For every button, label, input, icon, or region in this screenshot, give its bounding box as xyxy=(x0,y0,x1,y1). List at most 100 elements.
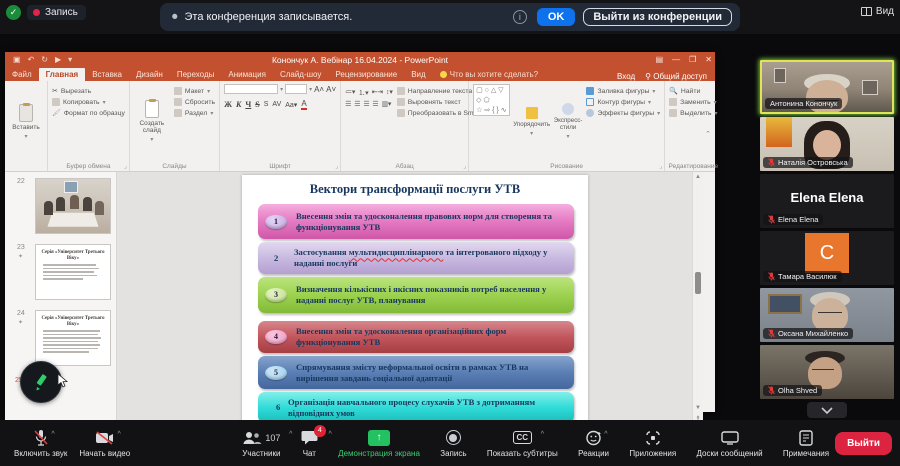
leave-conference-button[interactable]: Выйти из конференции xyxy=(583,8,732,26)
participant-tile-1[interactable]: Антонина Конончук xyxy=(760,60,894,114)
shrink-font-button[interactable]: A˅ xyxy=(326,85,336,94)
leave-button[interactable]: Выйти xyxy=(835,432,892,455)
slide-item-3[interactable]: 3 Визначення кількісних і якісних показн… xyxy=(258,277,574,313)
format-painter-button[interactable]: 🖌Формат по образцу xyxy=(52,109,125,117)
line-spacing-button[interactable]: ↕▾ xyxy=(386,88,393,96)
participants-caret[interactable]: ^ xyxy=(289,431,292,438)
font-name-combobox[interactable] xyxy=(224,84,278,94)
reactions-caret[interactable]: ^ xyxy=(604,431,607,438)
font-size-combobox[interactable] xyxy=(285,84,307,94)
slide-item-6[interactable]: 6 Організація навчального процесу слухач… xyxy=(258,392,574,423)
underline-button[interactable]: Ч xyxy=(245,100,251,109)
numbering-button[interactable]: ⒈▾ xyxy=(358,87,368,97)
ppt-titlebar[interactable]: ▣ ↶ ↻ ▶ ▾ Конончук А. Вебінар 16.04.2024… xyxy=(5,52,715,67)
arrange-button[interactable]: Упорядочить▾ xyxy=(514,84,550,159)
current-slide[interactable]: Вектори трансформації послуги УТВ 1 Внес… xyxy=(242,175,588,432)
columns-button[interactable]: ▥▾ xyxy=(382,100,392,108)
replace-button[interactable]: Заменить▾ xyxy=(669,98,717,106)
tab-slideshow[interactable]: Слайд-шоу xyxy=(273,68,328,81)
new-slide-button[interactable]: Создать слайд▾ xyxy=(134,84,170,159)
ok-button[interactable]: OK xyxy=(537,8,576,26)
layout-button[interactable]: Макет▾ xyxy=(174,87,215,95)
tab-review[interactable]: Рецензирование xyxy=(328,68,404,81)
view-button[interactable]: Вид xyxy=(861,6,894,17)
strikethrough-button[interactable]: S xyxy=(255,100,259,109)
shape-fill-button[interactable]: Заливка фигуры▾ xyxy=(586,87,660,95)
reset-button[interactable]: Сбросить xyxy=(174,98,215,106)
bold-button[interactable]: Ж xyxy=(224,100,232,109)
participant-tile-4[interactable]: C Тамара Василюк xyxy=(760,231,894,285)
cut-button[interactable]: ✂Вырезать xyxy=(52,87,125,95)
unmute-button[interactable]: ^ Включить звук xyxy=(8,429,73,458)
drawing-dialog-launcher[interactable]: ⌟ xyxy=(659,163,662,170)
bullets-button[interactable]: ≔▾ xyxy=(345,88,355,96)
captions-caret[interactable]: ^ xyxy=(541,431,544,438)
italic-button[interactable]: К xyxy=(236,100,241,109)
shape-outline-button[interactable]: Контур фигуры▾ xyxy=(586,98,660,106)
restore-button[interactable]: ❐ xyxy=(689,55,696,64)
scrollbar-thumb[interactable] xyxy=(695,272,701,294)
record-button[interactable]: Запись xyxy=(434,429,472,458)
participant-tile-6[interactable]: Olha Shved xyxy=(760,345,894,399)
text-shadow-button[interactable]: S xyxy=(264,101,269,108)
whiteboards-button[interactable]: Доски сообщений xyxy=(691,429,769,458)
chat-button[interactable]: 4 ^ Чат xyxy=(295,429,324,458)
participant-tile-5[interactable]: Оксана Михайленко xyxy=(760,288,894,342)
security-shield-icon[interactable]: ✓ xyxy=(6,5,21,20)
indent-buttons[interactable]: ⇤⇥ xyxy=(372,88,383,96)
align-center-button[interactable]: ☰ xyxy=(354,100,360,108)
tab-insert[interactable]: Вставка xyxy=(85,68,129,81)
shapes-gallery[interactable]: ▢ ○ △ ▽ ◇ ⬠ ☆ ⇨ { } ∿ ⌒ xyxy=(473,84,510,116)
select-button[interactable]: Выделить▾ xyxy=(669,109,717,117)
shape-effects-button[interactable]: Эффекты фигуры▾ xyxy=(586,109,660,117)
clipboard-dialog-launcher[interactable]: ⌟ xyxy=(124,163,127,170)
tab-file[interactable]: Файл xyxy=(5,68,39,81)
tab-view[interactable]: Вид xyxy=(404,68,432,81)
slide-item-5[interactable]: 5 Спрямування змісту неформальної освіти… xyxy=(258,356,574,389)
paste-button[interactable]: Вставить▾ xyxy=(9,84,43,159)
tab-design[interactable]: Дизайн xyxy=(129,68,170,81)
grow-font-button[interactable]: A˄ xyxy=(314,85,324,94)
participant-tile-3[interactable]: Elena Elena Elena Elena xyxy=(760,174,894,228)
collapse-participants-button[interactable] xyxy=(807,402,847,418)
share-document-button[interactable]: ⚲ Общий доступ xyxy=(645,72,707,81)
section-button[interactable]: Раздел▾ xyxy=(174,109,215,117)
align-right-button[interactable]: ☰ xyxy=(363,100,369,108)
slide-editing-area[interactable]: Вектори трансформації послуги УТВ 1 Внес… xyxy=(117,172,703,435)
info-icon[interactable]: i xyxy=(513,10,527,24)
annotation-pencil-button[interactable] xyxy=(20,361,62,403)
scroll-up-icon[interactable]: ▲ xyxy=(693,174,703,180)
thumbnail-slide-22[interactable] xyxy=(35,178,111,234)
scroll-down-icon[interactable]: ▼ xyxy=(693,405,703,411)
minimize-button[interactable]: — xyxy=(672,55,680,64)
font-dialog-launcher[interactable]: ⌟ xyxy=(335,163,338,170)
align-left-button[interactable]: ☰ xyxy=(345,100,351,108)
close-button[interactable]: ✕ xyxy=(705,55,712,64)
tab-transitions[interactable]: Переходы xyxy=(170,68,222,81)
participant-tile-2[interactable]: Наталія Островська xyxy=(760,117,894,171)
captions-button[interactable]: CC ^ Показать субтитры xyxy=(481,429,564,458)
reactions-button[interactable]: ^ Реакции xyxy=(572,429,615,458)
thumbnail-slide-23[interactable]: Серія «Університет Третього Віку» xyxy=(35,244,111,300)
tab-animations[interactable]: Анимация xyxy=(221,68,273,81)
slide-item-2[interactable]: 2 Застосування мультидисциплінарного та … xyxy=(258,242,574,274)
thumbnail-slide-24[interactable]: Серія «Університет Третього Віку» xyxy=(35,310,111,366)
start-video-button[interactable]: ^ Начать видео xyxy=(73,429,136,458)
justify-button[interactable]: ☰ xyxy=(372,100,378,108)
paragraph-dialog-launcher[interactable]: ⌟ xyxy=(463,163,466,170)
change-case-button[interactable]: Aa▾ xyxy=(285,101,297,109)
apps-button[interactable]: Приложения xyxy=(623,429,682,458)
participants-button[interactable]: 107 ^ Участники xyxy=(236,429,286,458)
slide-vertical-scrollbar[interactable]: ▲ ▼ ⇞ ⇟ xyxy=(692,172,703,435)
sign-in-button[interactable]: Вход xyxy=(617,72,635,81)
character-spacing-button[interactable]: AV xyxy=(272,101,281,108)
audio-options-caret[interactable]: ^ xyxy=(51,431,54,438)
collapse-ribbon-icon[interactable]: ⌃ xyxy=(705,130,711,138)
find-button[interactable]: 🔍Найти xyxy=(669,87,717,95)
slide-title[interactable]: Вектори трансформації послуги УТВ xyxy=(242,182,588,197)
tab-home[interactable]: Главная xyxy=(39,68,86,81)
tell-me-search[interactable]: Что вы хотите сделать? xyxy=(433,68,545,81)
share-screen-button[interactable]: ↑ Демонстрация экрана xyxy=(332,429,426,458)
ribbon-display-options-icon[interactable]: ▤ xyxy=(656,55,664,64)
quick-styles-button[interactable]: Экспресс-стили▾ xyxy=(554,84,583,159)
